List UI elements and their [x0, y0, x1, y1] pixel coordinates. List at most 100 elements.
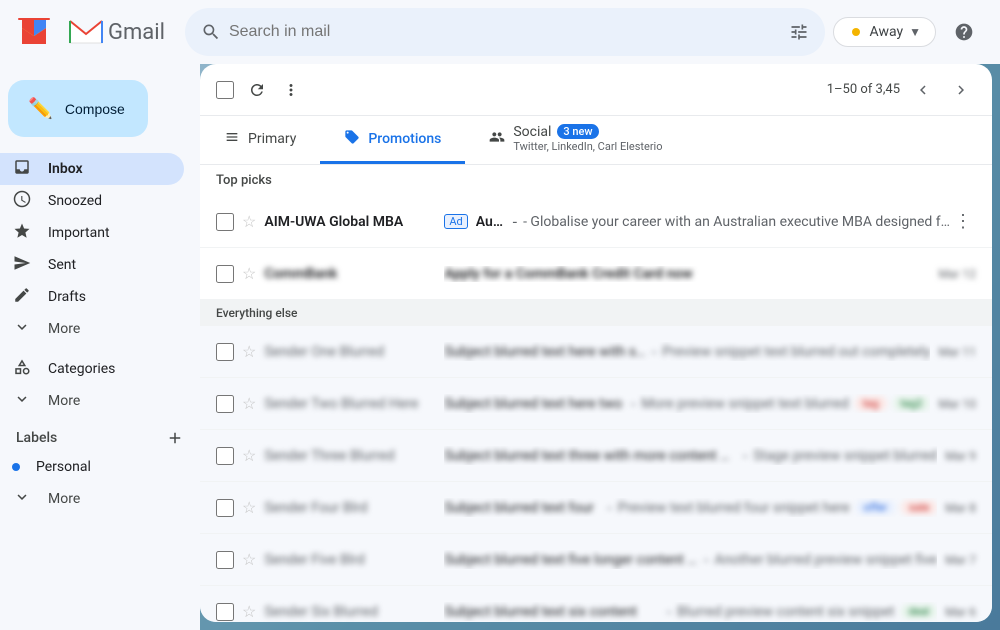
sidebar-item-sent[interactable]: Sent: [0, 249, 184, 281]
social-label: Social: [513, 124, 551, 140]
email-row-b3[interactable]: ☆ Sender Three Blurred Subject blurred t…: [200, 430, 992, 482]
tag-b4b: sale: [901, 500, 937, 515]
select-all-checkbox[interactable]: [216, 81, 234, 99]
snippet-b6: Blurred preview content six snippet: [677, 604, 894, 620]
sidebar-more-1[interactable]: More: [0, 313, 184, 345]
sidebar-more-3[interactable]: More: [0, 483, 184, 515]
email-body-1: Australian MBA | AIM Diploma - - Globali…: [476, 212, 950, 231]
email-row-b6[interactable]: ☆ Sender Six Blurred Subject blurred tex…: [200, 586, 992, 622]
sidebar-item-drafts[interactable]: Drafts: [0, 281, 184, 313]
tab-promotions-label: Promotions: [368, 131, 441, 147]
search-input[interactable]: [229, 23, 781, 41]
label-personal-text: Personal: [36, 459, 91, 475]
email-date-2: Mar 12: [938, 267, 976, 281]
promotions-tab-icon: [344, 129, 360, 149]
tab-social[interactable]: Social 3 new Twitter, LinkedIn, Carl Ele…: [465, 116, 686, 164]
toolbar-left: [216, 75, 306, 105]
next-page-button[interactable]: [946, 75, 976, 105]
date-b4: Mar 8: [945, 501, 976, 515]
email-checkbox-b2[interactable]: [216, 395, 234, 413]
sender-b2: Sender Two Blurred Here: [264, 396, 444, 412]
labels-title: Labels: [16, 430, 57, 446]
sent-label: Sent: [48, 257, 76, 273]
sender-b3: Sender Three Blurred: [264, 448, 444, 464]
email-checkbox-b3[interactable]: [216, 447, 234, 465]
email-checkbox-b4[interactable]: [216, 499, 234, 517]
email-row-b4[interactable]: ☆ Sender Four Blrd Subject blurred text …: [200, 482, 992, 534]
email-row-2[interactable]: ☆ CommBank Apply for a CommBank Credit C…: [200, 248, 992, 300]
sender-b4: Sender Four Blrd: [264, 500, 444, 516]
tag-b2: tag: [855, 396, 887, 411]
sep-b4: -: [607, 498, 611, 517]
email-subject-b6: Subject blurred text six content: [444, 604, 660, 620]
star-button-2[interactable]: ☆: [242, 264, 256, 284]
sender-1: AIM-UWA Global MBA: [264, 214, 444, 230]
social-top-row: Social 3 new: [513, 124, 662, 140]
email-row-b5[interactable]: ☆ Sender Five Blrd Subject blurred text …: [200, 534, 992, 586]
email-subject-b4: Subject blurred text four: [444, 500, 601, 516]
gmail-brand: Gmail: [68, 19, 165, 45]
star-button-b5[interactable]: ☆: [242, 550, 256, 570]
social-sub-text: Twitter, LinkedIn, Carl Elesterio: [513, 140, 662, 153]
gmail-m-icon: [16, 14, 52, 50]
email-checkbox-2[interactable]: [216, 265, 234, 283]
help-button[interactable]: [944, 12, 984, 52]
star-button-b2[interactable]: ☆: [242, 394, 256, 414]
pagination-text: 1–50 of 3,45: [827, 82, 900, 97]
sep-b6: -: [667, 602, 671, 621]
star-button-b6[interactable]: ☆: [242, 602, 256, 622]
star-button-b3[interactable]: ☆: [242, 446, 256, 466]
primary-tab-icon: [224, 129, 240, 149]
chevron-down-icon: ▼: [909, 25, 921, 39]
status-pill[interactable]: Away ▼: [833, 17, 936, 47]
sidebar-more-2[interactable]: More: [0, 385, 184, 417]
email-row-ad[interactable]: ☆ AIM-UWA Global MBA Ad Australian MBA |…: [200, 196, 992, 248]
topbar: Gmail Away ▼: [0, 0, 1000, 64]
refresh-button[interactable]: [242, 75, 272, 105]
email-body-b3: Subject blurred text three with more con…: [444, 446, 937, 465]
sender-2: CommBank: [264, 266, 444, 282]
sidebar-item-inbox[interactable]: Inbox: [0, 153, 184, 185]
snoozed-label: Snoozed: [48, 193, 102, 209]
email-row-b1[interactable]: ☆ Sender One Blurred Subject blurred tex…: [200, 326, 992, 378]
date-b6: Mar 6: [945, 605, 976, 619]
separator-1: -: [513, 212, 517, 231]
search-bar[interactable]: [185, 8, 825, 56]
tab-primary[interactable]: Primary: [200, 116, 320, 164]
tag-b6: deal: [901, 604, 938, 619]
email-checkbox-b5[interactable]: [216, 551, 234, 569]
topbar-right: Away ▼: [833, 12, 984, 52]
date-b2: Mar 10: [938, 397, 976, 411]
star-button-b1[interactable]: ☆: [242, 342, 256, 362]
sep-b3: -: [743, 446, 747, 465]
search-options-icon[interactable]: [789, 22, 809, 42]
email-more-button-1[interactable]: ⋮: [950, 207, 976, 236]
search-icon[interactable]: [201, 22, 221, 42]
sender-b1: Sender One Blurred: [264, 344, 444, 360]
sidebar-item-snoozed[interactable]: Snoozed: [0, 185, 184, 217]
tab-promotions[interactable]: Promotions: [320, 116, 465, 164]
email-row-b2[interactable]: ☆ Sender Two Blurred Here Subject blurre…: [200, 378, 992, 430]
label-personal-dot: [12, 463, 20, 471]
star-button-b4[interactable]: ☆: [242, 498, 256, 518]
email-checkbox-1[interactable]: [216, 213, 234, 231]
ad-badge: Ad: [444, 214, 467, 229]
sidebar-item-important[interactable]: Important: [0, 217, 184, 249]
gmail-wordmark: Gmail: [108, 20, 165, 45]
date-b5: Mar 7: [945, 553, 976, 567]
status-label: Away: [870, 24, 904, 40]
email-body-b4: Subject blurred text four - Preview text…: [444, 498, 937, 517]
compose-icon: ✏️: [28, 96, 53, 121]
categories-label: Categories: [48, 361, 115, 377]
more-options-button[interactable]: [276, 75, 306, 105]
prev-page-button[interactable]: [908, 75, 938, 105]
email-checkbox-b6[interactable]: [216, 603, 234, 621]
compose-button[interactable]: ✏️ Compose: [8, 80, 148, 137]
sidebar-item-categories[interactable]: Categories: [0, 353, 184, 385]
email-body-b6: Subject blurred text six content - Blurr…: [444, 602, 937, 621]
email-checkbox-b1[interactable]: [216, 343, 234, 361]
add-label-button[interactable]: [166, 429, 184, 447]
star-button-1[interactable]: ☆: [242, 212, 256, 232]
sidebar-label-personal[interactable]: Personal: [0, 451, 184, 483]
more-label-1: More: [48, 321, 80, 337]
